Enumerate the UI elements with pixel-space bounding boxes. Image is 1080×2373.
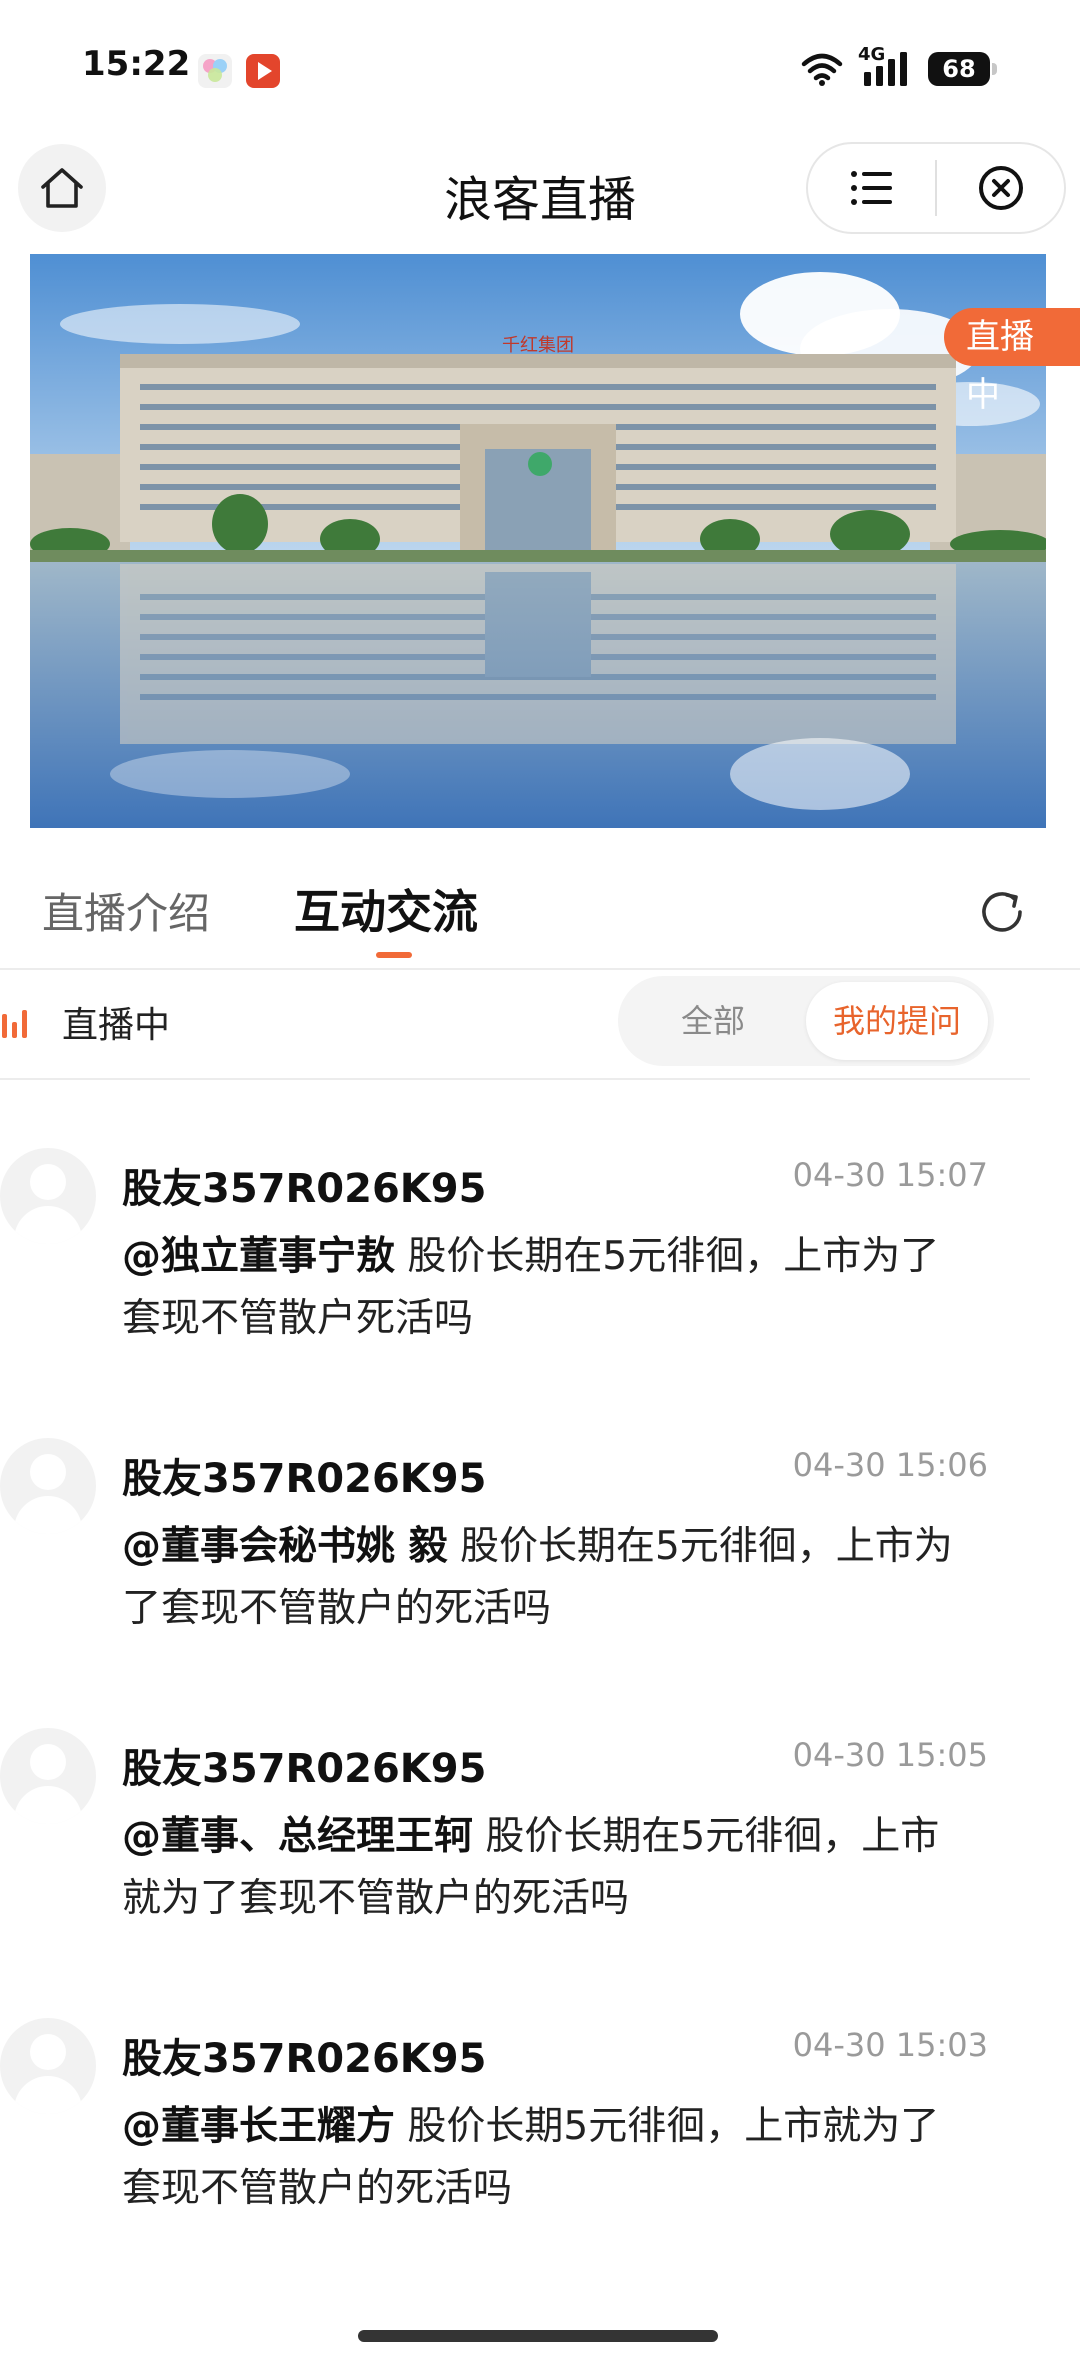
refresh-icon bbox=[982, 892, 1022, 932]
avatar[interactable] bbox=[0, 1148, 96, 1244]
post-timestamp: 04-30 15:06 bbox=[792, 1446, 988, 1484]
status-time: 15:22 bbox=[82, 44, 191, 84]
mention[interactable]: @董事会秘书姚 毅 bbox=[122, 1524, 448, 1569]
refresh-button[interactable] bbox=[974, 884, 1030, 940]
filter-divider bbox=[0, 1078, 1030, 1080]
menu-button[interactable] bbox=[808, 144, 935, 232]
active-tab-indicator bbox=[376, 952, 412, 958]
video-app-icon bbox=[246, 54, 280, 88]
post-username[interactable]: 股友357R026K95 bbox=[122, 2026, 486, 2084]
app-notification-icon bbox=[198, 54, 232, 88]
cellular-signal-icon: 4G bbox=[858, 44, 914, 88]
post-timestamp: 04-30 15:03 bbox=[792, 2026, 988, 2064]
avatar[interactable] bbox=[0, 1438, 96, 1534]
tab-live-intro[interactable]: 直播介绍 bbox=[42, 880, 210, 941]
filter-all-button[interactable]: 全部 bbox=[618, 976, 808, 1066]
close-button[interactable] bbox=[937, 144, 1064, 232]
live-badge: 直播中 bbox=[944, 308, 1080, 415]
post-username[interactable]: 股友357R026K95 bbox=[122, 1446, 486, 1504]
wifi-icon bbox=[801, 53, 843, 86]
post-username[interactable]: 股友357R026K95 bbox=[122, 1156, 486, 1214]
battery-indicator: 68 bbox=[928, 52, 997, 86]
building-sign: 千红集团 bbox=[502, 335, 574, 356]
tabs-divider bbox=[0, 968, 1080, 970]
mention[interactable]: @董事长王耀方 bbox=[122, 2104, 395, 2149]
filter-my-questions-button[interactable]: 我的提问 bbox=[806, 982, 988, 1060]
mention[interactable]: @董事、总经理王轲 bbox=[122, 1814, 473, 1859]
home-indicator[interactable] bbox=[358, 2330, 718, 2342]
post-content: @董事会秘书姚 毅 股价长期在5元徘徊，上市为了套现不管散户的死活吗 bbox=[122, 1516, 962, 1640]
mention[interactable]: @独立董事宁敖 bbox=[122, 1234, 395, 1279]
live-equalizer-icon bbox=[0, 1006, 34, 1044]
post-content: @董事长王耀方 股价长期5元徘徊，上市就为了套现不管散户的死活吗 bbox=[122, 2096, 962, 2220]
miniprogram-capsule bbox=[806, 142, 1066, 234]
post-timestamp: 04-30 15:07 bbox=[792, 1156, 988, 1194]
avatar[interactable] bbox=[0, 2018, 96, 2114]
live-status-label: 直播中 bbox=[62, 1005, 171, 1046]
post-timestamp: 04-30 15:05 bbox=[792, 1736, 988, 1774]
live-cover-image[interactable]: 千红集团 bbox=[30, 254, 1046, 828]
tab-interaction[interactable]: 互动交流 bbox=[294, 876, 478, 942]
post-content: @独立董事宁敖 股价长期在5元徘徊，上市为了套现不管散户死活吗 bbox=[122, 1226, 962, 1350]
avatar[interactable] bbox=[0, 1728, 96, 1824]
list-menu-icon bbox=[850, 171, 892, 205]
close-circle-icon bbox=[978, 166, 1023, 210]
post-username[interactable]: 股友357R026K95 bbox=[122, 1736, 486, 1794]
post-content: @董事、总经理王轲 股价长期在5元徘徊，上市就为了套现不管散户的死活吗 bbox=[122, 1806, 962, 1930]
status-icons: 4G 68 bbox=[800, 44, 997, 88]
